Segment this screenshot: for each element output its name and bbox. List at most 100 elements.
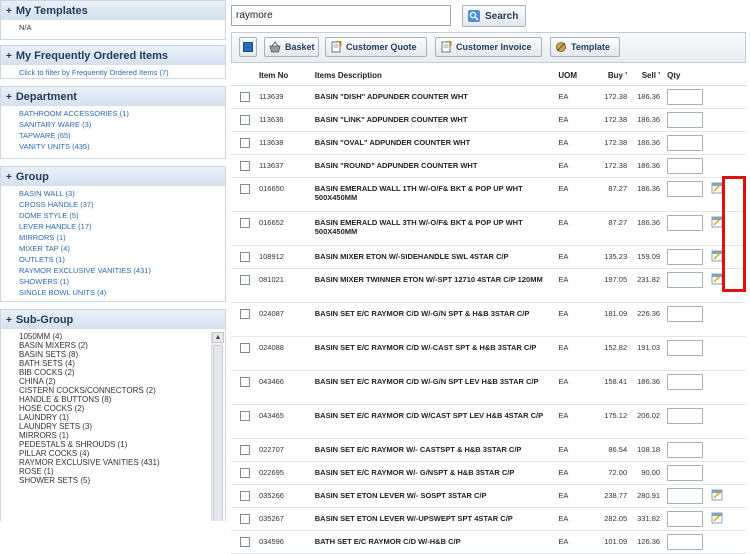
row-checkbox[interactable] [240,114,250,125]
templates-header[interactable]: + My Templates [1,1,225,20]
subgroup-item[interactable]: PEDESTALS & SHROUDS (1) [19,440,209,449]
col-uom[interactable]: UOM [557,67,586,86]
qty-input[interactable] [667,180,704,197]
qty-input[interactable] [667,305,704,322]
subgroup-item[interactable]: CISTERN COCKS/CONNECTORS (2) [19,386,209,395]
row-checkbox[interactable] [240,217,250,228]
template-button[interactable]: Template [550,37,620,57]
col-description[interactable]: Items Description [313,67,558,86]
col-sell[interactable]: Sell ' [628,67,662,86]
row-checkbox[interactable] [240,308,250,319]
table-row: 043465 BASIN SET E/C RAYMOR C/D W/CAST SP… [231,404,746,439]
group-item[interactable]: CROSS HANDLE (37) [19,199,220,210]
expand-icon[interactable]: + [6,51,12,62]
subgroup-item[interactable]: CHINA (2) [19,377,209,386]
item-number: 113637 [257,154,314,178]
qty-input[interactable] [667,373,704,390]
select-all-checkbox[interactable] [239,37,257,57]
expand-icon[interactable]: + [6,315,12,326]
qty-input[interactable] [667,248,704,265]
department-header[interactable]: + Department [1,87,225,106]
group-item[interactable]: DOME STYLE (5) [19,210,220,221]
row-checkbox[interactable] [240,251,250,262]
qty-input[interactable] [667,111,704,128]
department-item[interactable]: TAPWARE (65) [19,130,220,141]
subgroup-item[interactable]: PILLAR COCKS (4) [19,449,209,458]
subgroup-item[interactable]: BATH SETS (4) [19,359,209,368]
subgroup-item[interactable]: HANDLE & BUTTONS (8) [19,395,209,404]
subgroup-item[interactable]: MIRRORS (1) [19,431,209,440]
search-button[interactable]: Search [462,5,526,27]
col-buy[interactable]: Buy ' [585,67,629,86]
subgroup-item[interactable]: HOSE COCKS (2) [19,404,209,413]
qty-input[interactable] [667,533,704,550]
subgroup-item[interactable]: ROSE (1) [19,467,209,476]
expand-icon[interactable]: + [6,172,12,183]
group-item[interactable]: RAYMOR EXCLUSIVE VANITIES (431) [19,265,220,276]
qty-input[interactable] [667,88,704,105]
row-checkbox[interactable] [240,183,250,194]
qty-input[interactable] [667,441,704,458]
subgroup-item[interactable]: BASIN SETS (8) [19,350,209,359]
note-icon[interactable] [711,489,723,501]
scroll-thumb[interactable] [213,345,223,521]
group-header[interactable]: + Group [1,167,225,186]
qty-input[interactable] [667,134,704,151]
group-item[interactable]: BASIN WALL (3) [19,188,220,199]
item-buy-price: 135.23 [585,245,629,269]
row-checkbox[interactable] [240,342,250,353]
expand-icon[interactable]: + [6,92,12,103]
qty-input[interactable] [667,214,704,231]
qty-input[interactable] [667,510,704,527]
qty-input[interactable] [667,271,704,288]
subgroup-scrollbar[interactable]: ▲ [211,332,224,521]
row-checkbox[interactable] [240,91,250,102]
row-checkbox[interactable] [240,160,250,171]
department-item[interactable]: VANITY UNITS (435) [19,141,220,152]
row-checkbox[interactable] [240,274,250,285]
scroll-up-icon[interactable]: ▲ [212,332,224,343]
row-checkbox[interactable] [240,137,250,148]
customer-invoice-button[interactable]: Customer Invoice [435,37,542,57]
subgroup-item[interactable]: RAYMOR EXCLUSIVE VANITIES (431) [19,458,209,467]
qty-input[interactable] [667,487,704,504]
table-row: 113637 BASIN "ROUND" ADPUNDER COUNTER WHT… [231,154,746,178]
frequent-header[interactable]: + My Frequently Ordered Items [1,46,225,65]
qty-input[interactable] [667,157,704,174]
item-number: 108912 [257,245,314,269]
col-item-no[interactable]: Item No [257,67,314,86]
qty-input[interactable] [667,339,704,356]
expand-icon[interactable]: + [6,6,12,17]
department-item[interactable]: BATHROOM ACCESSORIES (1) [19,108,220,119]
subgroup-scroll-area[interactable]: 1050MM (4) BASIN MIXERS (2) BASIN SETS (… [1,329,225,521]
group-item[interactable]: OUTLETS (1) [19,254,220,265]
qty-input[interactable] [667,407,704,424]
subgroup-item[interactable]: 1050MM (4) [19,332,209,341]
frequent-filter-link[interactable]: Click to filter by Frequently Ordered It… [19,67,220,78]
qty-input[interactable] [667,464,704,481]
subgroup-item[interactable]: LAUNDRY (1) [19,413,209,422]
subgroup-header[interactable]: + Sub-Group [1,310,225,329]
search-input[interactable] [231,5,451,26]
note-icon[interactable] [711,512,723,524]
row-checkbox[interactable] [240,490,250,501]
group-item[interactable]: MIRRORS (1) [19,232,220,243]
subgroup-item[interactable]: SHOWER SETS (5) [19,476,209,485]
row-checkbox[interactable] [240,536,250,547]
group-item[interactable]: MIXER TAP (4) [19,243,220,254]
group-item[interactable]: SHOWERS (1) [19,276,220,287]
row-checkbox[interactable] [240,467,250,478]
row-checkbox[interactable] [240,410,250,421]
subgroup-item[interactable]: LAUNDRY SETS (3) [19,422,209,431]
group-item[interactable]: LEVER HANDLE (17) [19,221,220,232]
item-description: BASIN SET E/C RAYMOR C/D W/-CAST SPT & H… [313,336,558,371]
subgroup-item[interactable]: BIB COCKS (2) [19,368,209,377]
subgroup-item[interactable]: BASIN MIXERS (2) [19,341,209,350]
department-item[interactable]: SANITARY WARE (3) [19,119,220,130]
customer-quote-button[interactable]: Customer Quote [325,37,427,57]
row-checkbox[interactable] [240,376,250,387]
row-checkbox[interactable] [240,444,250,455]
group-item[interactable]: SINGLE BOWL UNITS (4) [19,287,220,298]
basket-button[interactable]: Basket [264,37,319,57]
row-checkbox[interactable] [240,513,250,524]
